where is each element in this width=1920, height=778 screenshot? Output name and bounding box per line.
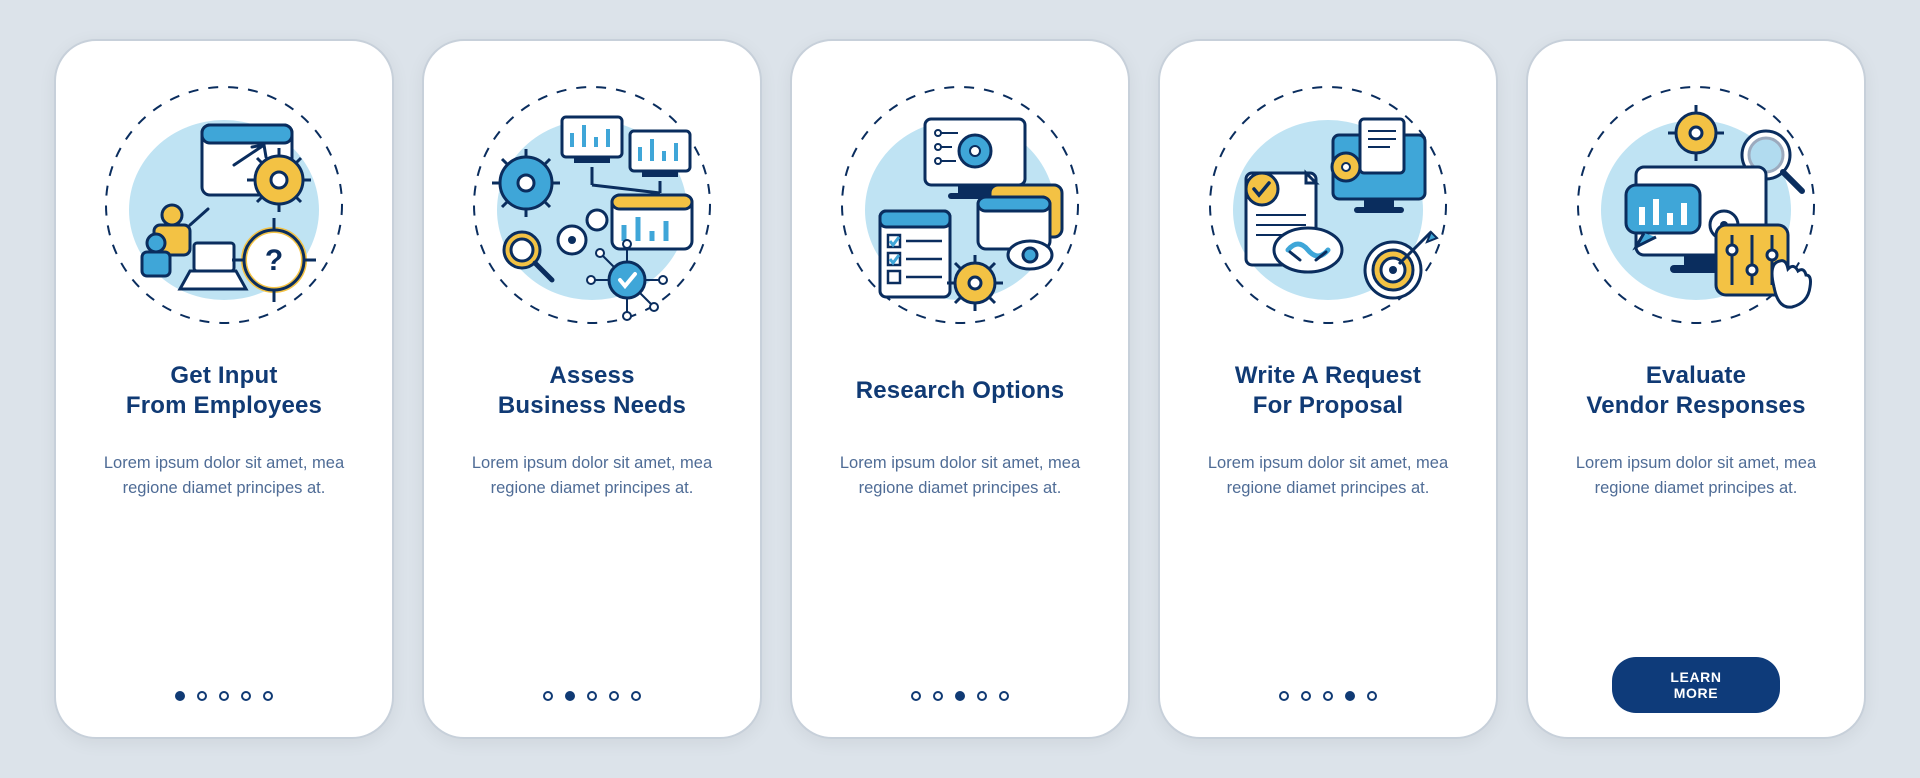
card-title: Evaluate Vendor Responses [1586, 359, 1805, 423]
dot-4[interactable] [977, 691, 987, 701]
card-title: Assess Business Needs [498, 359, 686, 423]
dot-4[interactable] [1345, 691, 1355, 701]
dot-1[interactable] [911, 691, 921, 701]
dot-5[interactable] [263, 691, 273, 701]
pager-dots [792, 691, 1128, 701]
research-options-icon [830, 75, 1090, 335]
pager-dots [1160, 691, 1496, 701]
dot-3[interactable] [955, 691, 965, 701]
dot-2[interactable] [1301, 691, 1311, 701]
card-title: Research Options [856, 359, 1065, 423]
pager-dots [56, 691, 392, 701]
dot-4[interactable] [609, 691, 619, 701]
dot-1[interactable] [543, 691, 553, 701]
dot-2[interactable] [197, 691, 207, 701]
pager-dots [424, 691, 760, 701]
dot-2[interactable] [933, 691, 943, 701]
dot-1[interactable] [175, 691, 185, 701]
card-body: Lorem ipsum dolor sit amet, mea regione … [1198, 451, 1458, 501]
dot-5[interactable] [1367, 691, 1377, 701]
card-body: Lorem ipsum dolor sit amet, mea regione … [830, 451, 1090, 501]
write-proposal-icon [1198, 75, 1458, 335]
card-title: Get Input From Employees [126, 359, 322, 423]
input-employees-icon: ? [94, 75, 354, 335]
dot-1[interactable] [1279, 691, 1289, 701]
onboarding-card-5: Evaluate Vendor Responses Lorem ipsum do… [1526, 39, 1866, 739]
dot-2[interactable] [565, 691, 575, 701]
card-body: Lorem ipsum dolor sit amet, mea regione … [462, 451, 722, 501]
dot-3[interactable] [219, 691, 229, 701]
onboarding-card-4: Write A Request For Proposal Lorem ipsum… [1158, 39, 1498, 739]
assess-needs-icon [462, 75, 722, 335]
dot-3[interactable] [1323, 691, 1333, 701]
card-body: Lorem ipsum dolor sit amet, mea regione … [94, 451, 354, 501]
onboarding-card-1: ? Get Input From Employees Lorem ipsum d… [54, 39, 394, 739]
dot-4[interactable] [241, 691, 251, 701]
dot-5[interactable] [999, 691, 1009, 701]
card-title: Write A Request For Proposal [1235, 359, 1421, 423]
onboarding-card-3: Research Options Lorem ipsum dolor sit a… [790, 39, 1130, 739]
dot-5[interactable] [631, 691, 641, 701]
evaluate-responses-icon [1566, 75, 1826, 335]
card-body: Lorem ipsum dolor sit amet, mea regione … [1566, 451, 1826, 501]
onboarding-card-2: Assess Business Needs Lorem ipsum dolor … [422, 39, 762, 739]
dot-3[interactable] [587, 691, 597, 701]
svg-text:?: ? [265, 244, 283, 277]
learn-more-button[interactable]: LEARN MORE [1612, 657, 1780, 713]
